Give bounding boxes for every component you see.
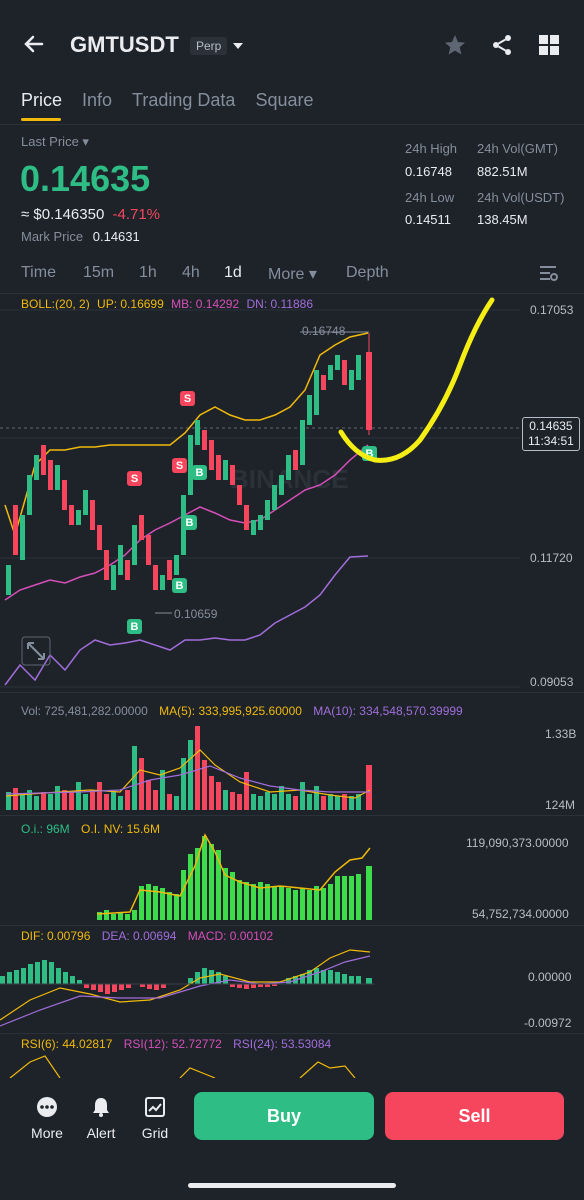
last-price-label[interactable]: Last Price ▾ xyxy=(21,134,89,150)
grid-layout-icon[interactable] xyxy=(538,34,560,61)
mark-price: Mark Price 0.14631 xyxy=(21,229,140,244)
interval-15m[interactable]: 15m xyxy=(83,264,114,282)
tab-underline xyxy=(21,118,61,121)
mark-price-value: 0.14631 xyxy=(92,229,140,244)
tab-trading-data[interactable]: Trading Data xyxy=(132,90,235,110)
bell-icon xyxy=(93,1098,109,1117)
macd-axis-bottom: -0.00972 xyxy=(524,1016,572,1030)
macd-chart xyxy=(0,949,375,1027)
usd-value: ≈ $0.146350 xyxy=(21,206,105,223)
interval-time[interactable]: Time xyxy=(21,264,56,282)
share-icon[interactable] xyxy=(490,33,514,62)
star-icon[interactable] xyxy=(443,33,467,62)
symbol-title[interactable]: GMTUSDT xyxy=(70,32,179,58)
interval-1h[interactable]: 1h xyxy=(139,264,157,282)
interval-more[interactable]: More ▾ xyxy=(268,264,317,284)
axis-bottom: 0.09053 xyxy=(530,675,574,689)
alert-button[interactable]: Alert xyxy=(76,1096,126,1141)
macd-axis-top: 0.00000 xyxy=(528,970,572,984)
rsi-chart xyxy=(9,1055,356,1078)
more-button[interactable]: More xyxy=(22,1096,72,1141)
grid-button[interactable]: Grid xyxy=(130,1096,180,1141)
perp-tag: Perp xyxy=(190,37,228,55)
tab-info[interactable]: Info xyxy=(82,90,112,110)
interval-1d[interactable]: 1d xyxy=(224,264,242,282)
interval-depth[interactable]: Depth xyxy=(346,264,389,282)
svg-text:S: S xyxy=(184,393,191,405)
tab-square[interactable]: Square xyxy=(255,90,313,110)
home-indicator xyxy=(188,1183,396,1188)
low-value: 0.14511 xyxy=(405,212,452,227)
interval-4h[interactable]: 4h xyxy=(182,264,200,282)
svg-text:B: B xyxy=(131,621,139,633)
low-label: 24h Low xyxy=(405,190,455,205)
last-price: 0.14635 xyxy=(20,158,151,199)
volume-axis-top: 1.33B xyxy=(545,727,577,741)
high-value: 0.16748 xyxy=(405,164,452,179)
vol-gmt-label: 24h Vol(GMT) xyxy=(477,141,558,156)
svg-text:B: B xyxy=(186,517,194,529)
oi-axis-bottom: 54,752,734.00000 xyxy=(472,907,569,921)
buy-button[interactable]: Buy xyxy=(194,1092,374,1140)
low-marker: 0.10659 xyxy=(174,607,218,621)
axis-top: 0.17053 xyxy=(530,303,574,317)
candlestick-chart[interactable]: BINANCE xyxy=(0,295,584,690)
grid-bot-icon xyxy=(145,1097,165,1117)
oi-axis-top: 119,090,373.00000 xyxy=(466,836,569,850)
chart-settings-icon[interactable] xyxy=(538,264,558,287)
volume-chart xyxy=(5,726,372,810)
open-interest-chart xyxy=(96,833,372,920)
vol-usdt-label: 24h Vol(USDT) xyxy=(477,190,565,205)
sell-button[interactable]: Sell xyxy=(385,1092,564,1140)
chevron-down-icon[interactable] xyxy=(232,38,244,56)
volume-legend: Vol: 725,481,282.00000 MA(5): 333,995,92… xyxy=(21,704,463,718)
usd-price: ≈ $0.146350 -4.71% xyxy=(21,206,160,223)
main-tabs: Price Info Trading Data Square xyxy=(21,90,333,111)
tab-price[interactable]: Price xyxy=(21,90,62,110)
vol-usdt-value: 138.45M xyxy=(477,212,528,227)
svg-text:B: B xyxy=(176,580,184,592)
mark-price-label: Mark Price xyxy=(21,229,84,244)
svg-text:S: S xyxy=(131,473,138,485)
vol-gmt-value: 882.51M xyxy=(477,164,528,179)
more-icon xyxy=(37,1097,57,1117)
price-change: -4.71% xyxy=(112,206,161,223)
axis-mid: 0.11720 xyxy=(530,551,573,565)
annotation-curve xyxy=(338,297,495,463)
high-marker: 0.16748 xyxy=(302,324,346,338)
svg-text:S: S xyxy=(176,460,183,472)
high-label: 24h High xyxy=(405,141,458,156)
svg-text:B: B xyxy=(196,467,204,479)
current-price-tag[interactable]: 0.14635 11:34:51 xyxy=(522,417,580,451)
back-icon[interactable] xyxy=(22,32,46,61)
rsi-legend: RSI(6): 44.02817 RSI(12): 52.72772 RSI(2… xyxy=(21,1037,332,1051)
volume-axis-bottom: 124M xyxy=(545,798,576,812)
